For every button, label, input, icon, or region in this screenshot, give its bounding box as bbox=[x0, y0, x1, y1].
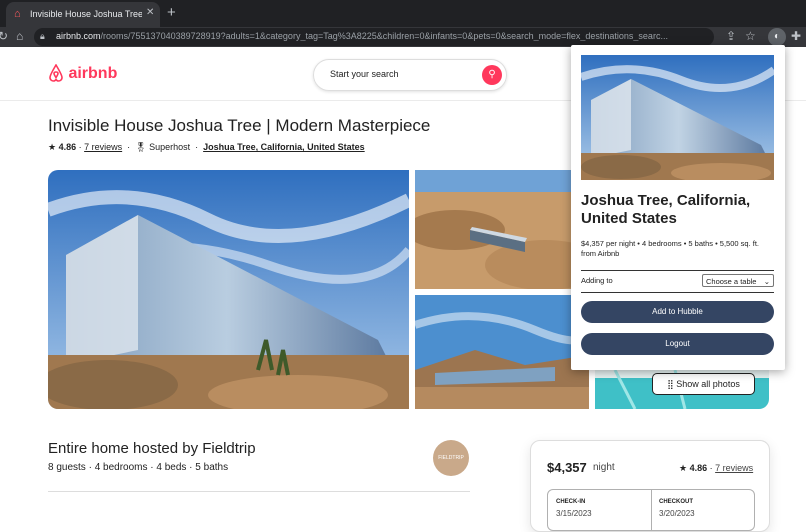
star-icon: ★ bbox=[48, 142, 57, 152]
popup-source: from Airbnb bbox=[581, 249, 620, 258]
browser-tab-strip: ⌂ Invisible House Joshua Tree | M ✕ + bbox=[0, 0, 806, 27]
popup-divider-2 bbox=[581, 292, 774, 293]
bookmark-star-icon[interactable]: ☆ bbox=[745, 29, 756, 43]
adding-to-label: Adding to bbox=[581, 276, 613, 285]
superhost-medal-icon: 🎖︎ bbox=[135, 142, 147, 152]
booking-card: $4,357 night ★ 4.86 · 7 reviews CHECK-IN… bbox=[530, 440, 770, 532]
popup-details-line1: $4,357 per night • 4 bedrooms • 5 baths … bbox=[581, 239, 759, 248]
grid-dots-icon: ⣿ bbox=[667, 379, 674, 389]
browser-toolbar: ↻ ⌂ 🔒︎ airbnb.com/rooms/7551370403897289… bbox=[0, 27, 806, 47]
price-unit: night bbox=[593, 462, 615, 473]
host-details: 8 guests · 4 bedrooms · 4 beds · 5 baths bbox=[48, 462, 229, 473]
airbnb-logo[interactable]: airbnb bbox=[48, 63, 118, 83]
nightly-price: $4,357 bbox=[547, 460, 587, 475]
search-bar[interactable]: Start your search ⚲ bbox=[313, 59, 507, 91]
listing-title: Invisible House Joshua Tree | Modern Mas… bbox=[48, 116, 431, 135]
star-icon: ★ bbox=[679, 463, 688, 473]
hubble-extension-icon[interactable]: ◐ bbox=[768, 28, 786, 46]
airbnb-logo-icon bbox=[49, 63, 63, 82]
popup-details: $4,357 per night • 4 bedrooms • 5 baths … bbox=[581, 239, 777, 259]
logout-button[interactable]: Logout bbox=[581, 333, 774, 355]
close-tab-icon[interactable]: ✕ bbox=[146, 7, 154, 18]
show-all-photos-label: Show all photos bbox=[676, 379, 740, 389]
house-landscape-photo bbox=[415, 295, 589, 409]
address-bar[interactable]: 🔒︎ airbnb.com/rooms/755137040389728919?a… bbox=[34, 28, 714, 46]
checkin-label: CHECK-IN bbox=[556, 499, 586, 505]
tab-title: Invisible House Joshua Tree | M bbox=[30, 9, 142, 19]
mirror-house-thumbnail bbox=[581, 55, 774, 180]
checkout-label: CHECKOUT bbox=[659, 499, 693, 505]
location-link[interactable]: Joshua Tree, California, United States bbox=[203, 142, 365, 152]
brand-name: airbnb bbox=[68, 65, 118, 82]
search-placeholder: Start your search bbox=[330, 69, 399, 79]
lock-icon: 🔒︎ bbox=[40, 31, 45, 41]
browser-tab[interactable]: ⌂ Invisible House Joshua Tree | M ✕ bbox=[6, 2, 160, 27]
host-avatar[interactable]: FIELDTRIP bbox=[433, 440, 469, 476]
search-icon: ⚲ bbox=[488, 69, 496, 80]
mirror-house-photo bbox=[48, 170, 409, 409]
extensions-puzzle-icon[interactable]: ✚ bbox=[791, 29, 801, 43]
listing-meta: ★ 4.86 · 7 reviews · 🎖︎ Superhost · Josh… bbox=[48, 142, 365, 152]
share-icon[interactable]: ⇪ bbox=[726, 29, 736, 43]
popup-location: Joshua Tree, California, United States bbox=[581, 192, 751, 227]
home-icon[interactable]: ⌂ bbox=[16, 29, 23, 43]
show-all-photos-button[interactable]: ⣿ Show all photos bbox=[652, 373, 755, 395]
photo-3[interactable] bbox=[415, 295, 589, 409]
desert-aerial-photo bbox=[415, 170, 589, 289]
booking-reviews-link[interactable]: 7 reviews bbox=[715, 463, 753, 473]
date-divider bbox=[651, 490, 652, 530]
popup-preview-photo bbox=[581, 55, 774, 180]
host-avatar-text: FIELDTRIP bbox=[438, 455, 464, 461]
reload-icon[interactable]: ↻ bbox=[0, 29, 8, 43]
search-button[interactable]: ⚲ bbox=[482, 65, 502, 85]
booking-rating: ★ 4.86 · 7 reviews bbox=[679, 463, 754, 473]
url-text: airbnb.com/rooms/755137040389728919?adul… bbox=[56, 31, 668, 41]
new-tab-icon[interactable]: + bbox=[167, 4, 176, 21]
airbnb-favicon-icon: ⌂ bbox=[14, 8, 21, 20]
popup-divider bbox=[581, 270, 774, 271]
superhost-badge: Superhost bbox=[149, 142, 191, 152]
photo-2[interactable] bbox=[415, 170, 589, 289]
table-select-value: Choose a table bbox=[706, 277, 757, 286]
chevron-down-icon: ⌄ bbox=[763, 277, 770, 286]
table-select[interactable]: Choose a table ⌄ bbox=[702, 274, 774, 287]
date-picker[interactable]: CHECK-IN 3/15/2023 CHECKOUT 3/20/2023 bbox=[547, 489, 755, 531]
host-title: Entire home hosted by Fieldtrip bbox=[48, 440, 256, 457]
main-photo[interactable] bbox=[48, 170, 409, 409]
listing-rating: 4.86 bbox=[58, 142, 77, 152]
add-to-hubble-button[interactable]: Add to Hubble bbox=[581, 301, 774, 323]
divider bbox=[48, 491, 470, 492]
hubble-extension-popup: Joshua Tree, California, United States $… bbox=[571, 45, 785, 370]
reviews-link[interactable]: 7 reviews bbox=[84, 142, 122, 152]
